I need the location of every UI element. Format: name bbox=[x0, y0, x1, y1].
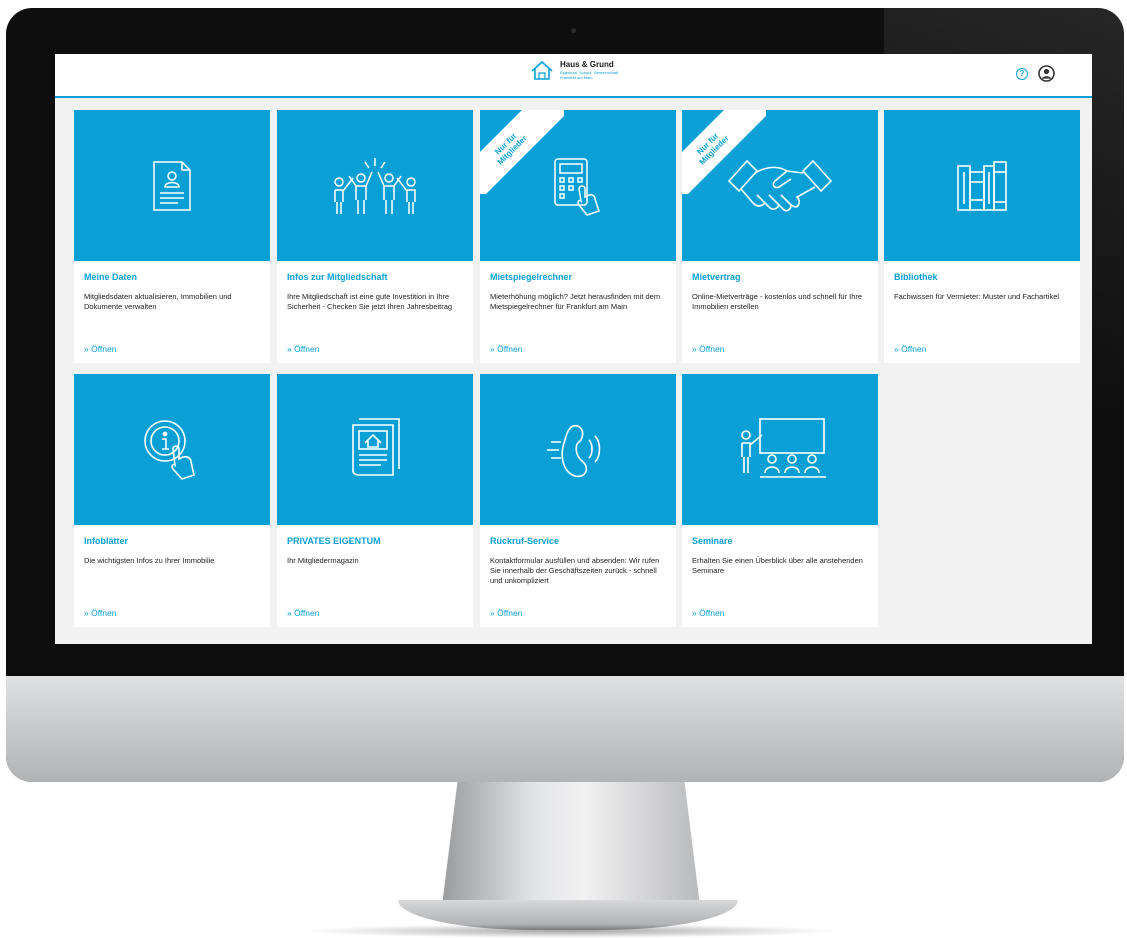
brand-location: Frankfurt am Main bbox=[560, 74, 593, 80]
card-title: Infos zur Mitgliedschaft bbox=[287, 272, 388, 282]
magazine-icon bbox=[352, 417, 400, 476]
card-image bbox=[480, 374, 676, 525]
books-icon bbox=[957, 160, 1007, 211]
open-link[interactable]: » Öffnen bbox=[287, 608, 319, 618]
monitor-stand-neck bbox=[442, 782, 700, 906]
card-title: Bibliothek bbox=[894, 272, 938, 282]
card-mietvertrag[interactable]: Nur für Mitglieder Mietvertrag Online-Mie… bbox=[682, 110, 878, 363]
card-description: Ihre Mitgliedschaft ist eine gute Invest… bbox=[287, 292, 453, 311]
card-description: Die wichtigsten Infos zu Ihrer Immobilie bbox=[84, 556, 215, 565]
card-description: Kontaktformular ausfüllen und absenden: … bbox=[490, 556, 660, 585]
card-title: Mietspiegelrechner bbox=[490, 272, 573, 282]
open-link[interactable]: » Öffnen bbox=[287, 344, 319, 354]
card-description: Ihr Mitgliedermagazin bbox=[287, 556, 359, 565]
card-description: Erhalten Sie einen Überblick über alle a… bbox=[692, 556, 863, 575]
brand-text: Haus & Grund Eigentum. Schutz. Gemeinsch… bbox=[560, 59, 620, 80]
help-icon[interactable]: ? bbox=[1016, 68, 1028, 80]
card-image bbox=[74, 110, 270, 261]
open-link[interactable]: » Öffnen bbox=[692, 344, 724, 354]
card-image bbox=[884, 110, 1080, 261]
monitor-frame: Haus & Grund Eigentum. Schutz. Gemeinsch… bbox=[6, 8, 1124, 782]
card-title: Infoblätter bbox=[84, 536, 128, 546]
card-meine-daten[interactable]: Meine Daten Mitgliedsdaten aktualisieren… bbox=[74, 110, 270, 363]
card-infoblaetter[interactable]: Infoblätter Die wichtigsten Infos zu Ihr… bbox=[74, 374, 270, 627]
phone-callback-icon bbox=[547, 424, 601, 477]
monitor-chin bbox=[6, 676, 1124, 782]
card-title: PRIVATES EIGENTUM bbox=[287, 536, 381, 546]
card-image bbox=[682, 374, 878, 525]
open-link[interactable]: » Öffnen bbox=[894, 344, 926, 354]
house-logo-icon bbox=[531, 60, 553, 80]
open-link[interactable]: » Öffnen bbox=[490, 608, 522, 618]
brand-logo[interactable]: Haus & Grund Eigentum. Schutz. Gemeinsch… bbox=[530, 59, 619, 81]
open-link[interactable]: » Öffnen bbox=[490, 344, 522, 354]
card-description: Mitgliedsdaten aktualisieren, Immobilien… bbox=[84, 292, 232, 311]
members-only-ribbon: Nur für Mitglieder bbox=[682, 110, 766, 194]
seminar-presentation-icon bbox=[741, 417, 826, 478]
open-link[interactable]: » Öffnen bbox=[692, 608, 724, 618]
brand-tagline: Eigentum. Schutz. Gemeinschaft. bbox=[560, 69, 620, 75]
card-title: Seminare bbox=[692, 536, 733, 546]
card-title: Meine Daten bbox=[84, 272, 138, 282]
open-link[interactable]: » Öffnen bbox=[84, 344, 116, 354]
card-rueckruf-service[interactable]: Rückruf-Service Kontaktformular ausfülle… bbox=[480, 374, 676, 627]
floor-shadow bbox=[300, 924, 840, 938]
card-image bbox=[277, 110, 473, 261]
user-icon[interactable] bbox=[1038, 65, 1055, 82]
card-infos-mitgliedschaft[interactable]: Infos zur Mitgliedschaft Ihre Mitgliedsc… bbox=[277, 110, 473, 363]
app-screen: Haus & Grund Eigentum. Schutz. Gemeinsch… bbox=[55, 54, 1092, 644]
card-description: Online-Mietverträge - kostenlos und schn… bbox=[692, 292, 863, 311]
card-description: Fachwissen für Vermieter: Muster und Fac… bbox=[894, 292, 1060, 301]
top-bar: Haus & Grund Eigentum. Schutz. Gemeinsch… bbox=[55, 54, 1092, 98]
card-mietspiegelrechner[interactable]: Nur für Mitglieder Mietspiegelrechner Mie… bbox=[480, 110, 676, 363]
group-celebration-icon bbox=[334, 157, 416, 214]
card-privates-eigentum[interactable]: PRIVATES EIGENTUM Ihr Mitgliedermagazin … bbox=[277, 374, 473, 627]
card-bibliothek[interactable]: Bibliothek Fachwissen für Vermieter: Mus… bbox=[884, 110, 1080, 363]
card-image bbox=[74, 374, 270, 525]
card-seminare[interactable]: Seminare Erhalten Sie einen Überblick üb… bbox=[682, 374, 878, 627]
card-title: Rückruf-Service bbox=[490, 536, 560, 546]
card-image bbox=[277, 374, 473, 525]
info-touch-icon bbox=[144, 419, 195, 480]
members-only-ribbon: Nur für Mitglieder bbox=[480, 110, 564, 194]
camera-dot bbox=[571, 28, 576, 33]
brand-name: Haus & Grund bbox=[560, 59, 614, 69]
open-link[interactable]: » Öffnen bbox=[84, 608, 116, 618]
card-title: Mietvertrag bbox=[692, 272, 741, 282]
member-document-icon bbox=[153, 160, 191, 211]
card-description: Mieterhöhung möglich? Jetzt herausfinden… bbox=[490, 292, 661, 311]
